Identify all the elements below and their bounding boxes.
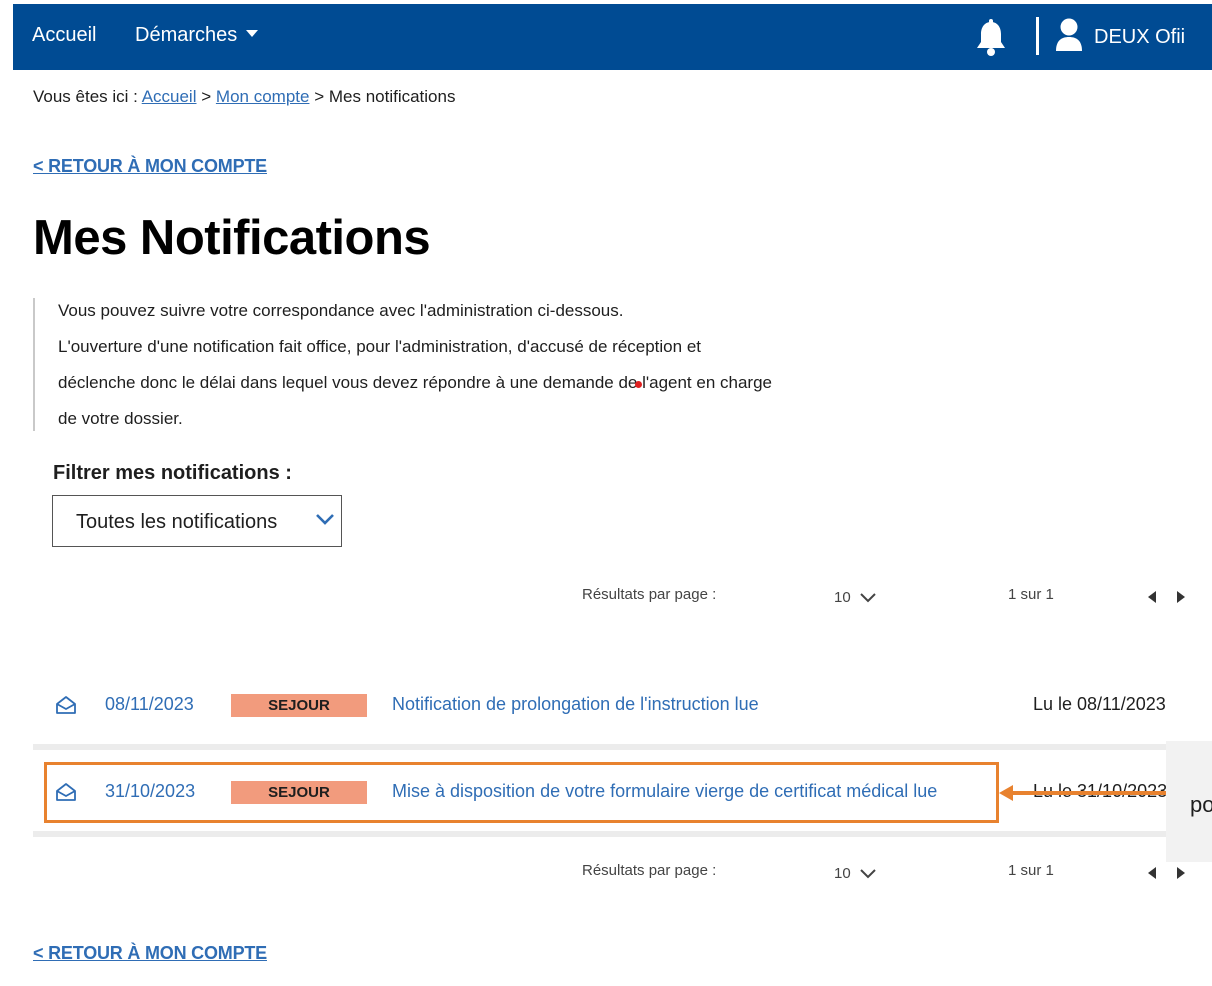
results-per-page-label: Résultats par page : (582, 586, 717, 603)
page-info: 1 sur 1 (1008, 586, 1054, 603)
chevron-down-icon[interactable] (860, 593, 876, 603)
breadcrumb-home-link[interactable]: Accueil (142, 87, 197, 106)
row-divider (33, 831, 1212, 837)
next-page-icon[interactable] (1177, 867, 1185, 879)
breadcrumb-prefix: Vous êtes ici : (33, 87, 138, 106)
notification-date[interactable]: 08/11/2023 (105, 694, 194, 715)
page-title: Mes Notifications (33, 211, 431, 265)
intro-line: L'ouverture d'une notification fait offi… (58, 337, 701, 356)
results-per-page-select[interactable]: 10 (834, 865, 851, 882)
intro-line: de votre dossier. (58, 409, 183, 428)
caret-down-icon (246, 30, 259, 37)
nav-home-link[interactable]: Accueil (32, 24, 96, 47)
notification-title-link[interactable]: Notification de prolongation de l'instru… (392, 694, 759, 715)
nav-demarches-menu[interactable]: Démarches (135, 24, 259, 47)
breadcrumb-current: Mes notifications (328, 87, 456, 106)
row-divider (33, 744, 1212, 750)
callout-text: po (1190, 792, 1212, 817)
chevron-down-icon[interactable] (860, 869, 876, 879)
results-per-page-label: Résultats par page : (582, 862, 717, 879)
back-to-account-link[interactable]: < RETOUR À MON COMPTE (33, 943, 267, 964)
breadcrumb-account-link[interactable]: Mon compte (216, 87, 310, 106)
results-per-page-select[interactable]: 10 (834, 589, 851, 606)
breadcrumb-separator: > (314, 87, 325, 106)
nav-separator (1036, 17, 1039, 55)
user-name[interactable]: DEUX Ofii (1094, 26, 1185, 49)
cursor-dot (635, 381, 642, 388)
annotation-callout: po (1166, 741, 1212, 862)
intro-line: déclenche donc le délai dans lequel vous… (58, 373, 772, 392)
next-page-icon[interactable] (1177, 591, 1185, 603)
intro-line: Vous pouvez suivre votre correspondance … (58, 301, 624, 320)
page-info: 1 sur 1 (1008, 862, 1054, 879)
pagination-top: Résultats par page : 10 1 sur 1 (0, 584, 1212, 614)
category-badge: SEJOUR (231, 694, 367, 717)
prev-page-icon[interactable] (1148, 591, 1156, 603)
notification-row[interactable]: 08/11/2023 SEJOUR Notification de prolon… (33, 668, 1212, 744)
back-to-account-link[interactable]: < RETOUR À MON COMPTE (33, 156, 267, 177)
filter-label: Filtrer mes notifications : (53, 462, 292, 484)
user-icon[interactable] (1054, 17, 1084, 53)
top-navbar: Accueil Démarches DEUX Ofii (13, 4, 1212, 70)
annotation-arrow (1011, 791, 1166, 795)
pagination-bottom: Résultats par page : 10 1 sur 1 (0, 860, 1212, 890)
nav-demarches-label: Démarches (135, 24, 238, 46)
bell-icon[interactable] (971, 18, 1011, 58)
arrow-left-icon (999, 785, 1013, 801)
filter-selected-value: Toutes les notifications (76, 511, 278, 533)
chevron-down-icon (316, 514, 334, 525)
annotation-highlight-box (44, 762, 999, 823)
intro-text: Vous pouvez suivre votre correspondance … (33, 298, 855, 431)
prev-page-icon[interactable] (1148, 867, 1156, 879)
breadcrumb-separator: > (201, 87, 212, 106)
breadcrumb: Vous êtes ici : Accueil > Mon compte > M… (33, 87, 455, 107)
open-envelope-icon (56, 696, 76, 714)
notification-read-date: Lu le 08/11/2023 (1033, 694, 1166, 714)
filter-select[interactable]: Toutes les notifications (52, 495, 342, 547)
